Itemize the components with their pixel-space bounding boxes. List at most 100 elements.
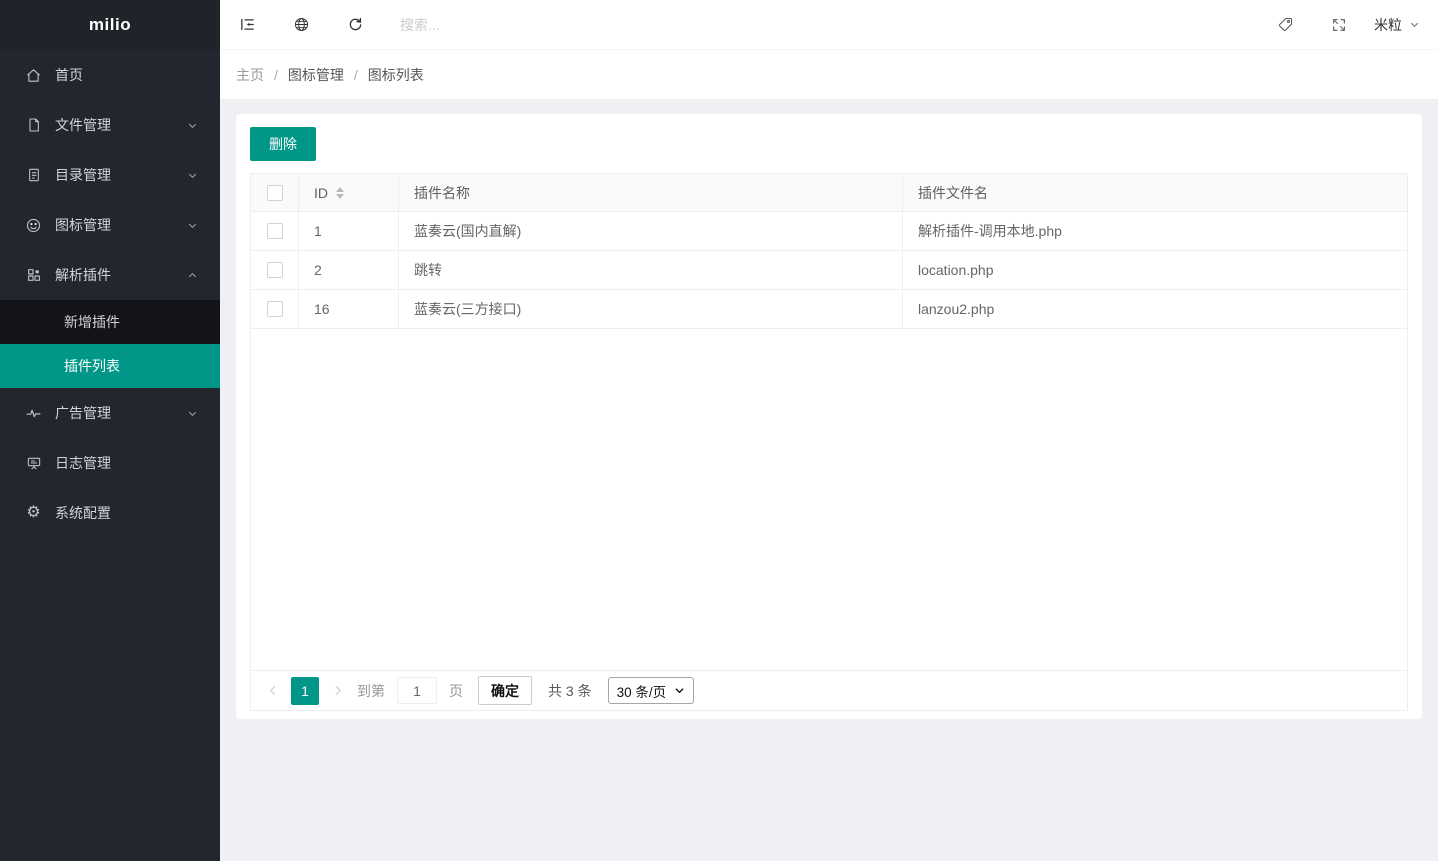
plugin-table: ID 插件名称 插件文件名 <box>250 173 1408 711</box>
column-header-id: ID <box>299 174 399 211</box>
cell-id: 1 <box>299 212 399 250</box>
home-icon <box>25 67 42 84</box>
board-icon <box>25 455 42 472</box>
cell-plugin-name: 蓝奏云(国内直解) <box>399 212 903 250</box>
column-label: 插件名称 <box>414 183 470 203</box>
search-input[interactable] <box>400 10 620 40</box>
breadcrumb-separator: / <box>354 67 358 83</box>
gear-icon: ⚙ <box>25 505 42 522</box>
topbar: 米粒 <box>220 0 1438 50</box>
sidebar-item-label: 解析插件 <box>55 265 187 285</box>
row-select-cell <box>251 251 299 289</box>
chevron-down-icon <box>187 120 198 131</box>
select-all-cell <box>251 174 299 211</box>
app-root: milio 首页 文件管理 目录管 <box>0 0 1438 861</box>
sidebar: milio 首页 文件管理 目录管 <box>0 0 220 861</box>
plugins-submenu: 新增插件 插件列表 <box>0 300 220 388</box>
sidebar-item-label: 图标管理 <box>55 215 187 235</box>
goto-prefix-label: 到第 <box>357 681 385 701</box>
cell-plugin-name: 蓝奏云(三方接口) <box>399 290 903 328</box>
table-row: 16 蓝奏云(三方接口) lanzou2.php <box>251 290 1407 329</box>
pagination-bar: 1 到第 页 确定 共 3 条 30 条/页 <box>251 670 1407 710</box>
sidebar-item-label: 首页 <box>55 65 220 85</box>
tag-icon <box>1277 16 1294 33</box>
sidebar-item-icons[interactable]: 图标管理 <box>0 200 220 250</box>
goto-page-input[interactable] <box>397 677 437 704</box>
submenu-item-add-plugin[interactable]: 新增插件 <box>0 300 220 344</box>
chevron-down-icon <box>187 220 198 231</box>
sidebar-item-label: 系统配置 <box>55 503 220 523</box>
sidebar-item-home[interactable]: 首页 <box>0 50 220 100</box>
file-icon <box>25 117 42 134</box>
sidebar-item-label: 日志管理 <box>55 453 220 473</box>
component-icon <box>25 267 42 284</box>
cell-id: 2 <box>299 251 399 289</box>
sidebar-item-label: 目录管理 <box>55 165 187 185</box>
breadcrumb-separator: / <box>274 67 278 83</box>
collapse-sidebar-button[interactable] <box>220 0 274 50</box>
prev-page-icon[interactable] <box>265 684 281 697</box>
table-header-row: ID 插件名称 插件文件名 <box>251 174 1407 212</box>
column-label: ID <box>314 185 328 201</box>
sidebar-item-ads[interactable]: 广告管理 <box>0 388 220 438</box>
submenu-item-plugin-list[interactable]: 插件列表 <box>0 344 220 388</box>
fullscreen-button[interactable] <box>1312 0 1366 50</box>
row-checkbox[interactable] <box>267 301 283 317</box>
row-checkbox[interactable] <box>267 262 283 278</box>
refresh-icon <box>347 16 364 33</box>
sidebar-item-label: 文件管理 <box>55 115 187 135</box>
sidebar-item-label: 广告管理 <box>55 403 187 423</box>
username: 米粒 <box>1374 15 1402 35</box>
confirm-page-button[interactable]: 确定 <box>478 676 532 705</box>
page-size-value: 30 条/页 <box>617 681 667 701</box>
main-area: 米粒 主页 / 图标管理 / 图标列表 删除 <box>220 0 1438 861</box>
pulse-icon <box>25 405 42 422</box>
shrink-menu-icon <box>239 16 256 33</box>
table-row: 1 蓝奏云(国内直解) 解析插件-调用本地.php <box>251 212 1407 251</box>
chevron-down-icon <box>1409 19 1420 30</box>
column-header-name: 插件名称 <box>399 174 903 211</box>
refresh-button[interactable] <box>328 0 382 50</box>
catalog-icon <box>25 167 42 184</box>
row-select-cell <box>251 212 299 250</box>
sidebar-item-settings[interactable]: ⚙ 系统配置 <box>0 488 220 538</box>
chevron-up-icon <box>187 270 198 281</box>
app-logo: milio <box>0 0 220 50</box>
breadcrumb: 主页 / 图标管理 / 图标列表 <box>220 50 1438 100</box>
row-select-cell <box>251 290 299 328</box>
cell-plugin-name: 跳转 <box>399 251 903 289</box>
current-page-button[interactable]: 1 <box>291 677 319 705</box>
breadcrumb-icon-manage[interactable]: 图标管理 <box>288 65 344 85</box>
website-button[interactable] <box>274 0 328 50</box>
sidebar-menu: 首页 文件管理 目录管理 <box>0 50 220 861</box>
smiley-icon <box>25 217 42 234</box>
chevron-down-icon <box>187 170 198 181</box>
plugin-list-card: 删除 ID 插件名称 <box>236 114 1422 719</box>
breadcrumb-home[interactable]: 主页 <box>236 65 264 85</box>
cell-plugin-file: location.php <box>903 251 1407 289</box>
content-area: 删除 ID 插件名称 <box>220 100 1438 861</box>
goto-suffix-label: 页 <box>449 681 463 701</box>
cell-plugin-file: lanzou2.php <box>903 290 1407 328</box>
sidebar-item-plugins[interactable]: 解析插件 <box>0 250 220 300</box>
column-label: 插件文件名 <box>918 183 988 203</box>
table-empty-space <box>251 329 1407 670</box>
sidebar-item-files[interactable]: 文件管理 <box>0 100 220 150</box>
table-row: 2 跳转 location.php <box>251 251 1407 290</box>
tag-button[interactable] <box>1258 0 1312 50</box>
sidebar-item-catalog[interactable]: 目录管理 <box>0 150 220 200</box>
column-header-file: 插件文件名 <box>903 174 1407 211</box>
chevron-down-icon <box>187 408 198 419</box>
row-checkbox[interactable] <box>267 223 283 239</box>
delete-button[interactable]: 删除 <box>250 127 316 161</box>
select-all-checkbox[interactable] <box>267 185 283 201</box>
sort-icon[interactable] <box>336 187 344 199</box>
next-page-icon[interactable] <box>329 684 345 697</box>
fullscreen-icon <box>1331 17 1347 33</box>
sidebar-item-logs[interactable]: 日志管理 <box>0 438 220 488</box>
submenu-item-label: 新增插件 <box>64 312 120 332</box>
cell-plugin-file: 解析插件-调用本地.php <box>903 212 1407 250</box>
page-size-select[interactable]: 30 条/页 <box>608 677 695 704</box>
chevron-down-icon <box>674 685 685 696</box>
user-menu[interactable]: 米粒 <box>1366 0 1438 50</box>
